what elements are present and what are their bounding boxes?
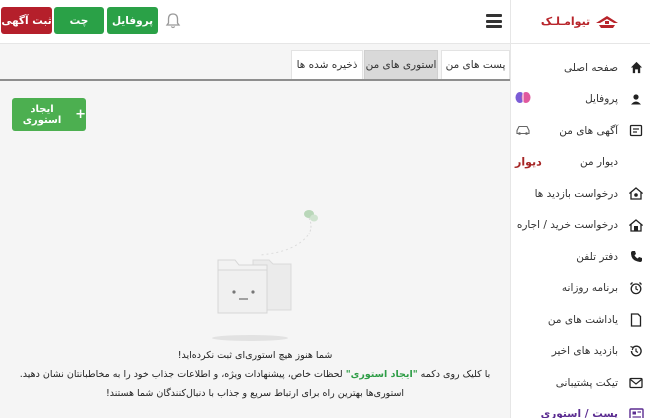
sidebar-item-profile[interactable]: پروفایل [511, 84, 650, 116]
profile-button[interactable]: پروفایل [107, 7, 158, 34]
leaf-icon [304, 210, 318, 235]
create-story-highlight: "ایجاد استوری" [345, 369, 418, 380]
sidebar-item-buy-rent-requests[interactable]: درخواست خرید / اجاره [511, 210, 650, 242]
story-icon [628, 406, 644, 418]
empty-state-line-2: با کلیک روی دکمه "ایجاد استوری" لحظات خا… [0, 369, 510, 380]
sidebar-item-home[interactable]: صفحه اصلی [511, 52, 650, 84]
sidebar-menu: صفحه اصلی پروفایل آگهی های من دیوار من د… [511, 44, 650, 418]
sidebar: تیوامـلـک صفحه اصلی پروفایل آگهی های من [510, 0, 650, 418]
sidebar-item-label: صفحه اصلی [563, 61, 618, 74]
ads-icon [628, 123, 644, 139]
create-story-label: ایجاد استوری [22, 103, 62, 126]
empty-state-line-2-start: با کلیک روی دکمه [417, 369, 491, 380]
sidebar-item-label: یاداشت های من [547, 313, 618, 326]
note-icon [628, 312, 644, 328]
sidebar-item-daily-schedule[interactable]: برنامه روزانه [511, 273, 650, 305]
tab-saved[interactable]: ذخیره شده ها [291, 50, 363, 79]
sidebar-item-support-ticket[interactable]: تیکت پشتیبانی [511, 367, 650, 399]
hamburger-menu-icon[interactable] [486, 14, 502, 28]
post-ad-button[interactable]: ثبت آگهی [1, 7, 52, 34]
sidebar-item-phone-book[interactable]: دفتر تلفن [511, 241, 650, 273]
sidebar-item-my-notes[interactable]: یاداشت های من [511, 304, 650, 336]
sidebar-item-label: دیوار من [580, 156, 618, 169]
sidebar-item-recent-visits[interactable]: بازدید های اخیر [511, 336, 650, 368]
create-story-button[interactable]: + ایجاد استوری [12, 98, 86, 131]
sidebar-item-label: بازدید های اخیر [551, 345, 618, 358]
brand-logo[interactable]: تیوامـلـک [511, 0, 650, 44]
phone-icon [628, 249, 644, 265]
wall-icon [628, 154, 644, 170]
logo-mark-icon [596, 15, 619, 28]
sidebar-item-my-wall[interactable]: دیوار من دیوار [511, 147, 650, 179]
sidebar-item-post-story[interactable]: پست / استوری [511, 399, 650, 418]
empty-folder-illustration [212, 210, 318, 341]
sidebar-item-visit-requests[interactable]: درخواست بازدید ها [511, 178, 650, 210]
sidebar-item-my-ads[interactable]: آگهی های من [511, 115, 650, 147]
home-icon [628, 60, 644, 76]
user-icon [628, 91, 644, 107]
top-header: ثبت آگهی چت پروفایل [0, 0, 510, 44]
ai-brain-icon [515, 91, 531, 108]
chat-button[interactable]: چت [54, 7, 104, 34]
sidebar-item-label: درخواست بازدید ها [534, 187, 618, 200]
brand-logo-text: تیوامـلـک [540, 15, 591, 28]
sidebar-item-label: آگهی های من [559, 124, 618, 137]
tab-my-posts[interactable]: پست های من [441, 50, 510, 79]
divar-badge: دیوار [515, 155, 542, 169]
plus-icon: + [75, 107, 86, 122]
sidebar-item-label: پروفایل [585, 93, 618, 106]
alarm-icon [628, 280, 644, 296]
empty-state-line-3: استوری‌ها بهترین راه برای ارتباط سریع و … [105, 388, 405, 399]
content-tabs: پست های من استوری های من ذخیره شده ها [0, 50, 510, 81]
history-icon [628, 343, 644, 359]
mail-icon [628, 375, 644, 391]
empty-state-line-1: شما هنوز هیچ استوری‌ای ثبت نکرده‌اید! [177, 350, 333, 361]
sidebar-item-label: دفتر تلفن [576, 250, 618, 263]
sidebar-item-label: درخواست خرید / اجاره [516, 219, 618, 232]
sidebar-item-label: تیکت پشتیبانی [555, 376, 618, 389]
sidebar-item-label: پست / استوری [540, 408, 618, 418]
visit-request-icon [628, 186, 644, 202]
car-icon [515, 123, 531, 138]
buy-request-icon [628, 217, 644, 233]
tab-my-stories[interactable]: استوری های من [364, 50, 438, 79]
sidebar-item-label: برنامه روزانه [561, 282, 618, 295]
bell-icon[interactable] [164, 12, 182, 30]
empty-state-line-2-end: لحظات خاص، پیشنهادات ویژه، و اطلاعات جذا… [19, 369, 346, 380]
